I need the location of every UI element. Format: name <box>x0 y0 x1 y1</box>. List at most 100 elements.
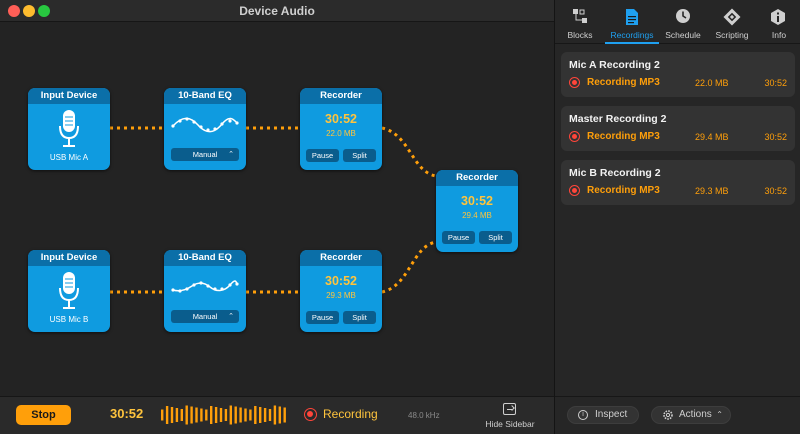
level-meter-bar <box>283 407 286 423</box>
recording-item[interactable]: Mic B Recording 2 Recording MP3 29.3 MB … <box>561 160 795 205</box>
inspect-button[interactable]: i Inspect <box>567 406 639 424</box>
record-indicator-icon <box>569 77 580 88</box>
pause-button[interactable]: Pause <box>306 149 339 162</box>
eq-curve-graph <box>171 280 239 293</box>
recorder-time: 30:52 <box>325 112 357 126</box>
recorder-block-a[interactable]: Recorder 30:52 22.0 MB Pause Split <box>300 88 382 170</box>
info-icon <box>771 9 785 25</box>
wire-recorder-a-to-master <box>381 126 437 178</box>
eq-preset-value: Manual <box>192 150 218 159</box>
eq-block-b[interactable]: 10-Band EQ Manual ⌃ <box>164 250 246 332</box>
recorder-size: 29.3 MB <box>326 291 356 300</box>
tab-info[interactable]: Info <box>757 0 800 44</box>
tab-label: Schedule <box>665 30 701 40</box>
eq-preset-select[interactable]: Manual ⌃ <box>171 148 239 161</box>
hide-sidebar-button[interactable]: Hide Sidebar <box>482 419 538 429</box>
recording-duration: 30:52 <box>764 186 787 196</box>
block-header: Recorder <box>436 170 518 186</box>
recorder-block-master[interactable]: Recorder 30:52 29.4 MB Pause Split <box>436 170 518 252</box>
level-meter-bar <box>205 409 208 421</box>
recordings-icon <box>626 9 638 25</box>
sample-rate: 48.0 kHz <box>408 411 440 420</box>
hide-sidebar-icon[interactable] <box>503 403 516 415</box>
recording-size: 29.3 MB <box>695 186 729 196</box>
recording-size: 22.0 MB <box>695 78 729 88</box>
sidebar-footer: i Inspect Actions ⌃ <box>555 396 800 434</box>
sidebar-tabs: Blocks Recordings Schedule Scripting Inf… <box>555 0 800 44</box>
recorder-size: 29.4 MB <box>462 211 492 220</box>
input-device-block-b[interactable]: Input Device USB Mic B <box>28 250 110 332</box>
eq-curve-graph <box>171 117 239 133</box>
recording-title: Master Recording 2 <box>569 113 667 125</box>
eq-preset-select[interactable]: Manual ⌃ <box>171 310 239 323</box>
level-meter-bar <box>200 408 203 422</box>
level-meter-bar <box>229 405 232 425</box>
level-meter-bar <box>239 407 242 423</box>
level-meter-bar <box>214 407 218 423</box>
pause-button[interactable]: Pause <box>306 311 339 324</box>
recording-format: Recording MP3 <box>587 131 660 142</box>
level-meter-bar <box>268 409 272 421</box>
record-indicator-icon <box>569 131 580 142</box>
recording-duration: 30:52 <box>764 132 787 142</box>
block-header: 10-Band EQ <box>164 88 246 104</box>
tab-scripting[interactable]: Scripting <box>707 0 757 44</box>
tab-recordings[interactable]: Recordings <box>605 0 659 44</box>
eq-block-a[interactable]: 10-Band EQ Manual ⌃ <box>164 88 246 170</box>
level-meter-bar <box>180 409 183 421</box>
level-meter-bar <box>190 406 193 424</box>
split-button[interactable]: Split <box>343 149 376 162</box>
recording-title: Mic A Recording 2 <box>569 59 660 71</box>
tab-schedule[interactable]: Schedule <box>659 0 707 44</box>
recording-item[interactable]: Master Recording 2 Recording MP3 29.4 MB… <box>561 106 795 151</box>
tab-label: Recordings <box>610 30 654 40</box>
recorder-size: 22.0 MB <box>326 129 356 138</box>
block-header: 10-Band EQ <box>164 250 246 266</box>
block-canvas[interactable]: Input Device USB Mic A 10-Band EQ Manual… <box>0 22 554 396</box>
stop-button[interactable]: Stop <box>16 405 71 425</box>
pause-button[interactable]: Pause <box>442 231 475 244</box>
block-header: Input Device <box>28 88 110 104</box>
recording-title: Mic B Recording 2 <box>569 167 661 179</box>
blocks-icon <box>573 9 587 23</box>
level-meter-bar <box>170 407 174 423</box>
block-header: Recorder <box>300 88 382 104</box>
record-indicator-icon <box>304 408 317 421</box>
actions-label: Actions <box>679 409 712 420</box>
tab-label: Blocks <box>567 30 593 40</box>
input-device-block-a[interactable]: Input Device USB Mic A <box>28 88 110 170</box>
sidebar: Blocks Recordings Schedule Scripting Inf… <box>554 0 800 434</box>
recording-status: Recording <box>323 407 378 421</box>
level-meter-bar <box>185 405 188 425</box>
inspect-label: Inspect <box>595 409 628 420</box>
actions-menu-button[interactable]: Actions ⌃ <box>651 406 731 424</box>
clock-icon <box>676 9 690 23</box>
microphone-icon <box>59 272 79 309</box>
chevron-updown-icon: ⌃ <box>228 313 234 320</box>
split-button[interactable]: Split <box>343 311 376 324</box>
level-meter-bar <box>219 408 223 422</box>
recording-item[interactable]: Mic A Recording 2 Recording MP3 22.0 MB … <box>561 52 795 97</box>
transport-bar: Stop 30:52 Recording 48.0 kHz Hide Sideb… <box>0 396 554 434</box>
level-meter-bar <box>234 406 237 424</box>
recorder-time: 30:52 <box>461 194 493 208</box>
level-meter-bar <box>259 407 262 423</box>
recording-size: 29.4 MB <box>695 132 729 142</box>
block-header: Input Device <box>28 250 110 266</box>
level-meter-bar <box>244 408 247 422</box>
eq-preset-value: Manual <box>192 312 218 321</box>
tab-blocks[interactable]: Blocks <box>555 0 605 44</box>
title-bar: Device Audio <box>0 0 554 22</box>
recorder-block-b[interactable]: Recorder 30:52 29.3 MB Pause Split <box>300 250 382 332</box>
block-header: Recorder <box>300 250 382 266</box>
level-meter-bar <box>249 409 252 421</box>
wire-recorder-b-to-master <box>381 240 437 294</box>
level-meter-bar <box>210 406 213 424</box>
level-meter-bar <box>273 405 277 425</box>
level-meter-bar <box>165 406 169 424</box>
split-button[interactable]: Split <box>479 231 512 244</box>
chevron-updown-icon: ⌃ <box>228 151 234 158</box>
recording-format: Recording MP3 <box>587 185 660 196</box>
level-meter-bar <box>263 408 267 422</box>
record-indicator-icon <box>569 185 580 196</box>
